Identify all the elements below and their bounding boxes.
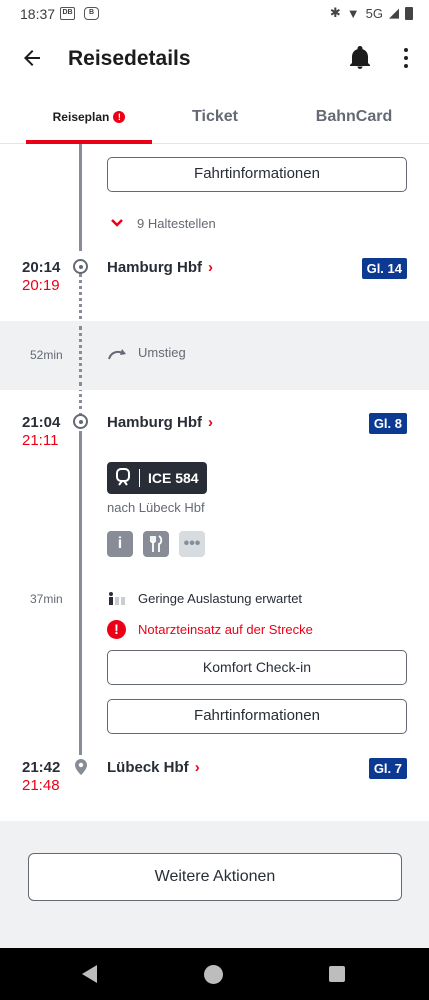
tab-label: BahnCard [315, 108, 393, 125]
bell-icon[interactable] [349, 46, 371, 70]
train-icon [115, 467, 131, 489]
route-line [79, 431, 82, 755]
journey-content: Fahrtinformationen 9 Haltestellen 20:14 … [0, 144, 429, 948]
occupancy-icon [108, 591, 126, 612]
walk-line [79, 326, 82, 386]
station-name: Hamburg Hbf [107, 259, 202, 276]
train-badge[interactable]: ICE 584 [107, 462, 207, 494]
chevron-right-icon: › [194, 759, 200, 776]
fahrtinformationen-button[interactable]: Fahrtinformationen [107, 699, 407, 734]
nav-back-icon[interactable] [82, 965, 97, 983]
alert-icon: ! [113, 111, 126, 123]
restaurant-icon[interactable] [143, 531, 169, 557]
signal-icon: ◢ [389, 5, 399, 20]
station-link[interactable]: Hamburg Hbf › [107, 414, 213, 431]
db-notification-icon: DB [60, 7, 75, 20]
more-vertical-icon[interactable] [401, 46, 411, 72]
tab-label: Ticket [192, 108, 238, 125]
track-badge: Gl. 7 [368, 758, 407, 779]
page-title: Reisedetails [68, 47, 191, 70]
fahrtinformationen-button[interactable]: Fahrtinformationen [107, 157, 407, 192]
ride-duration: 37min [30, 592, 63, 606]
track-badge: Gl. 14 [361, 258, 407, 279]
station-name: Hamburg Hbf [107, 414, 202, 431]
station-link[interactable]: Lübeck Hbf › [107, 759, 200, 776]
tab-ticket[interactable]: Ticket [160, 90, 270, 144]
actual-time: 20:19 [22, 277, 60, 294]
actual-time: 21:48 [22, 777, 60, 794]
app-bar: Reisedetails [0, 28, 429, 90]
stop-marker-icon [73, 259, 88, 274]
actual-time: 21:11 [22, 432, 59, 449]
tab-reiseplan[interactable]: Reiseplan! [26, 90, 152, 144]
komfort-checkin-button[interactable]: Komfort Check-in [107, 650, 407, 685]
destination-pin-icon [74, 758, 88, 781]
battery-icon [405, 6, 413, 20]
bluetooth-icon: ✱ [329, 5, 341, 20]
planned-time: 20:14 [22, 259, 61, 276]
warning-icon: ! [107, 620, 126, 639]
b-notification-icon: B [84, 7, 99, 20]
planned-time: 21:04 [22, 414, 61, 431]
arrow-left-icon[interactable] [20, 46, 44, 70]
chevron-right-icon: › [208, 414, 213, 431]
chevron-down-icon [110, 216, 124, 235]
planned-time: 21:42 [22, 759, 61, 776]
route-line [79, 144, 82, 251]
transfer-duration: 52min [30, 348, 63, 362]
system-nav-bar [0, 948, 429, 1000]
track-badge: Gl. 8 [368, 413, 407, 434]
station-link[interactable]: Hamburg Hbf › [107, 259, 213, 276]
weitere-aktionen-button[interactable]: Weitere Aktionen [28, 853, 402, 901]
status-bar: 18:37 DB B ✱ ▼ 5G ◢ [0, 0, 429, 28]
wifi-icon: ▼ [346, 5, 360, 21]
tab-bar: Reiseplan! Ticket BahnCard [0, 90, 429, 144]
stops-toggle-label: 9 Haltestellen [137, 216, 216, 231]
tab-bahncard[interactable]: BahnCard [284, 90, 424, 144]
warning-text: Notarzteinsatz auf der Strecke [138, 622, 313, 637]
station-name: Lübeck Hbf [107, 759, 189, 776]
status-time: 18:37 [20, 6, 56, 22]
chevron-right-icon: › [208, 259, 213, 276]
stop-marker-icon [73, 414, 88, 429]
transfer-band [0, 321, 429, 390]
transfer-icon [107, 346, 129, 367]
tab-label: Reiseplan [52, 110, 110, 124]
network-label: 5G [365, 5, 383, 21]
more-icon[interactable]: ••• [179, 531, 205, 557]
train-direction: nach Lübeck Hbf [107, 500, 205, 515]
train-name: ICE 584 [148, 470, 199, 486]
nav-home-icon[interactable] [204, 965, 223, 984]
occupancy-text: Geringe Auslastung erwartet [138, 591, 303, 606]
divider [139, 469, 140, 487]
info-icon[interactable]: i [107, 531, 133, 557]
nav-recents-icon[interactable] [329, 966, 345, 982]
transfer-label: Umstieg [138, 345, 186, 360]
